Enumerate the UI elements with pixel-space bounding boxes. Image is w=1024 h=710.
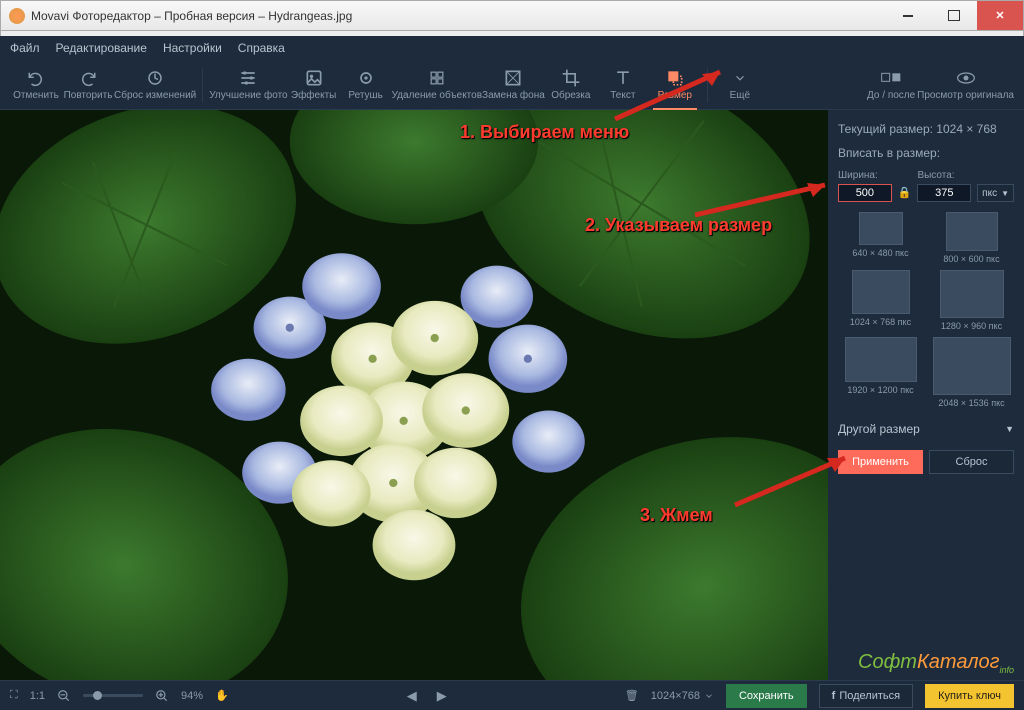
preset-grid: 640 × 480 пкс 800 × 600 пкс 1024 × 768 п… [838,212,1014,408]
menu-file[interactable]: Файл [10,41,40,55]
other-size-toggle[interactable]: Другой размер▼ [838,418,1014,440]
width-label: Ширина: [838,170,892,181]
prev-image-button[interactable]: ◀ [407,688,417,704]
next-image-button[interactable]: ▶ [437,688,447,704]
share-button[interactable]: fПоделиться [819,684,913,708]
zoom-out-icon[interactable] [57,689,71,703]
menu-edit[interactable]: Редактирование [56,41,147,55]
current-size-label: Текущий размер: 1024 × 768 [838,122,1014,136]
zoom-percent: 94% [181,690,203,702]
more-button[interactable]: Ещё [714,61,766,109]
reset-edits-button[interactable]: Сброс изменений [114,61,196,109]
apply-button[interactable]: Применить [838,450,923,474]
image-dimensions: 1024×768 [651,690,714,702]
crop-button[interactable]: Обрезка [545,61,597,109]
text-button[interactable]: Текст [597,61,649,109]
window-title: Movavi Фоторедактор – Пробная версия – H… [31,9,885,23]
effects-button[interactable]: Эффекты [288,61,340,109]
text-icon [613,68,633,88]
preset-1024[interactable]: 1024 × 768 пкс [838,270,923,331]
resize-button[interactable]: Размер [649,61,701,109]
menu-settings[interactable]: Настройки [163,41,222,55]
background-icon [503,68,523,88]
preset-1920[interactable]: 1920 × 1200 пкс [838,337,923,408]
window-controls [885,1,1023,30]
dimension-inputs: Ширина: 🔒 Высота: пкс▼ [838,170,1014,202]
preset-640[interactable]: 640 × 480 пкс [838,212,923,264]
preset-800[interactable]: 800 × 600 пкс [929,212,1014,264]
reset-button[interactable]: Сброс [929,450,1014,474]
erase-icon [427,68,447,88]
zoom-ratio[interactable]: 1:1 [30,690,45,702]
change-bg-button[interactable]: Замена фона [482,61,545,109]
sliders-icon [238,68,258,88]
image-content [0,110,828,680]
preset-1280[interactable]: 1280 × 960 пкс [929,270,1014,331]
redo-button[interactable]: Повторить [62,61,114,109]
undo-button[interactable]: Отменить [10,61,62,109]
compare-icon [881,68,901,88]
menu-help[interactable]: Справка [238,41,285,55]
trash-icon[interactable]: 🗑 [625,689,639,702]
crop-icon [561,68,581,88]
bottom-bar: ⛶ 1:1 94% ✋ ◀ ▶ 🗑 1024×768 Сохранить fПо… [0,680,1024,710]
preset-2048[interactable]: 2048 × 1536 пкс [929,337,1014,408]
effects-icon [304,68,324,88]
zoom-in-icon[interactable] [155,689,169,703]
eye-icon [956,68,976,88]
hand-tool-icon[interactable]: ✋ [215,689,229,702]
retouch-button[interactable]: Ретушь [340,61,392,109]
chevron-down-icon [730,68,750,88]
fullscreen-icon[interactable]: ⛶ [10,689,18,702]
redo-icon [78,68,98,88]
window-titlebar: Movavi Фоторедактор – Пробная версия – H… [0,0,1024,30]
close-button[interactable] [977,1,1023,30]
retouch-icon [356,68,376,88]
resize-icon [665,68,685,88]
app-icon [9,8,25,24]
lock-aspect-icon[interactable]: 🔒 [898,186,912,202]
menubar: Файл Редактирование Настройки Справка [0,36,1024,60]
remove-objects-button[interactable]: Удаление объектов [392,61,482,109]
width-input[interactable] [838,184,892,202]
resize-panel: Текущий размер: 1024 × 768 Вписать в раз… [828,110,1024,680]
reset-icon [145,68,165,88]
undo-icon [26,68,46,88]
fit-label: Вписать в размер: [838,146,1014,160]
buy-key-button[interactable]: Купить ключ [925,684,1014,708]
main-toolbar: Отменить Повторить Сброс изменений Улучш… [0,60,1024,110]
unit-select[interactable]: пкс▼ [977,184,1014,202]
zoom-slider[interactable] [83,694,143,697]
improve-button[interactable]: Улучшение фото [209,61,287,109]
canvas-area[interactable] [0,110,828,680]
minimize-button[interactable] [885,1,931,30]
height-input[interactable] [917,184,971,202]
height-label: Высота: [917,170,971,181]
before-after-button[interactable]: До / после [865,61,917,109]
maximize-button[interactable] [931,1,977,30]
view-original-button[interactable]: Просмотр оригинала [917,61,1014,109]
save-button[interactable]: Сохранить [726,684,807,708]
